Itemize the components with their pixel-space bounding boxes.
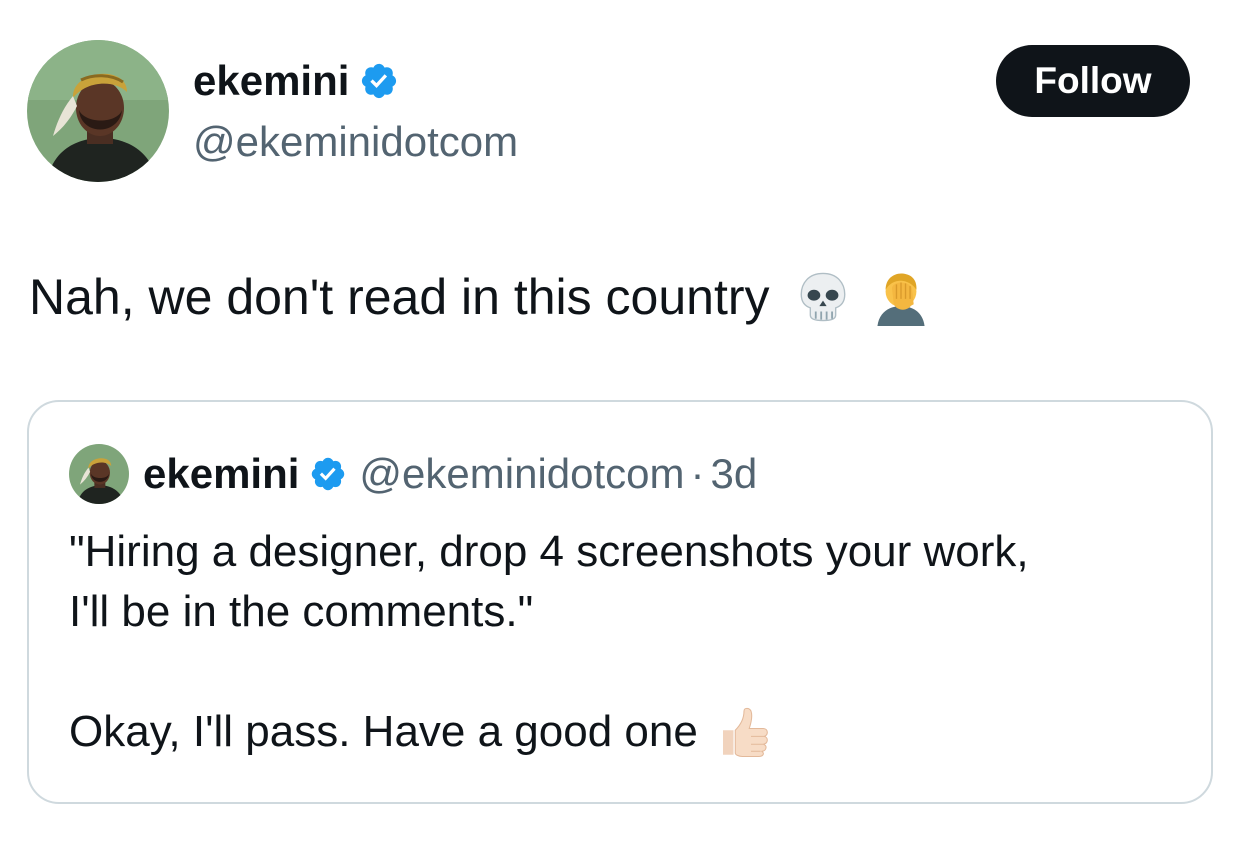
quoted-tweet-line: I'll be in the comments." <box>69 587 534 636</box>
author-avatar[interactable] <box>27 40 169 182</box>
facepalm-emoji-icon <box>872 268 930 326</box>
quoted-author-handle[interactable]: @ekeminidotcom <box>359 450 684 498</box>
quoted-tweet-line: Okay, I'll pass. Have a good one <box>69 707 698 756</box>
author-handle[interactable]: @ekeminidotcom <box>193 117 518 167</box>
quoted-tweet-blank-line <box>69 642 1029 702</box>
quoted-tweet-body: "Hiring a designer, drop 4 screenshots y… <box>69 522 1029 762</box>
thumbs-up-emoji-icon <box>716 704 772 760</box>
skull-emoji-icon <box>794 268 852 326</box>
quoted-tweet-line: "Hiring a designer, drop 4 screenshots y… <box>69 527 1029 576</box>
follow-button[interactable]: Follow <box>996 45 1190 117</box>
verified-badge-icon <box>309 455 347 493</box>
quoted-tweet-header: ekemini @ekeminidotcom · 3d <box>69 444 757 504</box>
quoted-tweet-line-with-emoji: Okay, I'll pass. Have a good one <box>69 702 1029 762</box>
author-display-name[interactable]: ekemini <box>193 56 349 106</box>
verified-badge-icon <box>359 61 399 101</box>
quoted-author-name[interactable]: ekemini <box>143 450 299 498</box>
quoted-author-avatar[interactable] <box>69 444 129 504</box>
quoted-tweet-card[interactable]: ekemini @ekeminidotcom · 3d "Hiring a de… <box>27 400 1213 804</box>
tweet-text: Nah, we don't read in this country <box>29 266 930 328</box>
tweet-text-content: Nah, we don't read in this country <box>29 269 770 325</box>
author-name-row[interactable]: ekemini <box>193 56 399 106</box>
quoted-tweet-time[interactable]: 3d <box>711 450 758 498</box>
separator-dot: · <box>690 450 705 497</box>
